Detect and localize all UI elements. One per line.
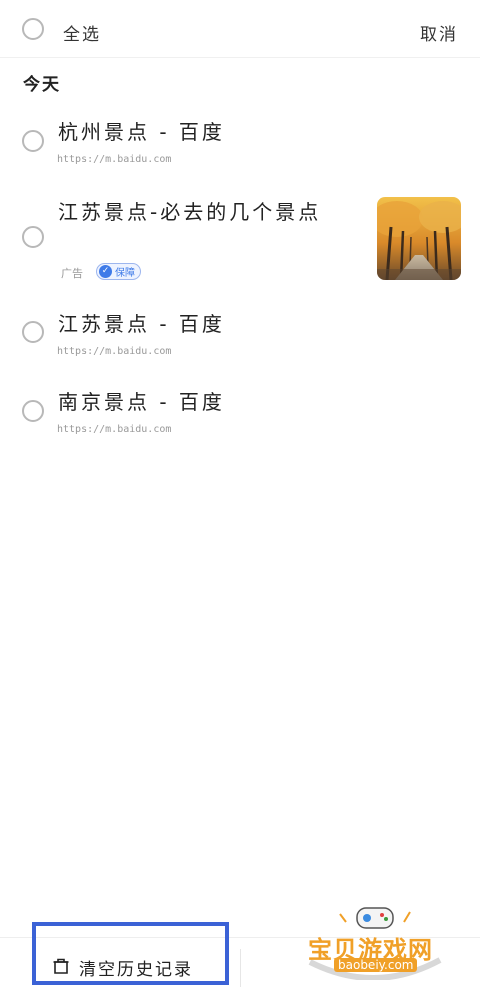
bottom-divider <box>240 949 241 987</box>
item-thumbnail[interactable] <box>377 197 461 280</box>
list-item[interactable]: 南京景点 - 百度 https://m.baidu.com <box>0 380 480 446</box>
badge-label: 保障 <box>115 268 135 279</box>
history-page: 全选 取消 今天 杭州景点 - 百度 https://m.baidu.com 江… <box>0 0 480 994</box>
guarantee-badge: ✓ 保障 <box>96 263 141 280</box>
item-radio[interactable] <box>22 321 44 343</box>
item-title[interactable]: 江苏景点-必去的几个景点 <box>58 196 321 225</box>
watermark-logo: 宝贝游戏网 baobeiy.com <box>300 900 450 980</box>
select-all-label[interactable]: 全选 <box>63 20 101 45</box>
item-radio[interactable] <box>22 130 44 152</box>
item-url: https://m.baidu.com <box>57 346 172 357</box>
item-title[interactable]: 杭州景点 - 百度 <box>58 116 225 145</box>
cancel-button[interactable]: 取消 <box>420 20 458 45</box>
list-item[interactable]: 杭州景点 - 百度 https://m.baidu.com <box>0 110 480 180</box>
select-all-radio[interactable] <box>22 18 44 40</box>
item-radio[interactable] <box>22 400 44 422</box>
shield-check-icon: ✓ <box>99 265 112 278</box>
list-item[interactable]: 江苏景点 - 百度 https://m.baidu.com <box>0 302 480 368</box>
clear-history-highlight <box>32 922 229 985</box>
header: 全选 取消 <box>0 0 480 58</box>
item-radio[interactable] <box>22 226 44 248</box>
ad-label: 广告 <box>61 267 83 280</box>
watermark-site: baobeiy.com <box>334 958 418 972</box>
item-title[interactable]: 江苏景点 - 百度 <box>58 308 225 337</box>
section-title-today: 今天 <box>23 75 61 95</box>
item-title[interactable]: 南京景点 - 百度 <box>58 386 225 415</box>
item-url: https://m.baidu.com <box>57 424 172 435</box>
item-url: https://m.baidu.com <box>57 154 172 165</box>
